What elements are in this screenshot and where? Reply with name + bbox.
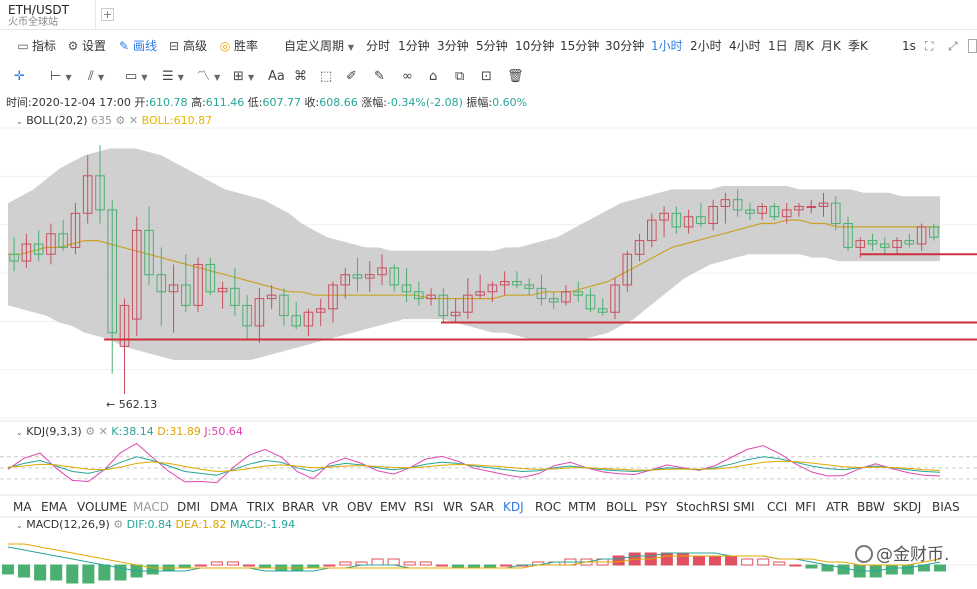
indicator-tab-roc[interactable]: ROC <box>535 499 561 515</box>
macd-bar <box>901 564 914 575</box>
indicator-tab-mtm[interactable]: MTM <box>568 499 596 515</box>
macd-bar <box>837 564 850 575</box>
kdj-legend: ⌄ KDJ(9,3,3) ⚙ ✕ K:38.14 D:31.89 J:50.64 <box>16 425 243 440</box>
low-price-marker: ← 562.13 <box>106 398 158 411</box>
indicator-tab-rsi[interactable]: RSI <box>414 499 434 515</box>
macd-dea: DEA:1.82 <box>175 518 227 531</box>
indicator-tab-stochrsi[interactable]: StochRSI <box>676 499 729 515</box>
indicator-tab-dmi[interactable]: DMI <box>177 499 200 515</box>
boll-value: BOLL:610.87 <box>141 114 213 127</box>
indicator-tab-ema[interactable]: EMA <box>41 499 67 515</box>
boll-hidden-value: 635 <box>91 114 113 127</box>
indicator-tab-emv[interactable]: EMV <box>380 499 406 515</box>
macd-bar <box>660 552 673 566</box>
indicator-tab-sar[interactable]: SAR <box>470 499 494 515</box>
indicator-tab-trix[interactable]: TRIX <box>247 499 274 515</box>
chevron-down-icon[interactable]: ⌄ <box>16 428 23 437</box>
macd-bar <box>339 561 352 566</box>
macd-bar <box>226 561 239 566</box>
indicator-tab-smi[interactable]: SMI <box>733 499 755 515</box>
kdj-j: J:50.64 <box>204 425 243 438</box>
kdj-name: KDJ(9,3,3) <box>26 425 82 438</box>
macd-bar <box>50 564 63 581</box>
macd-bar <box>933 564 947 572</box>
indicator-tab-psy[interactable]: PSY <box>645 499 667 515</box>
macd-bar <box>371 558 384 566</box>
macd-bar <box>146 564 159 575</box>
macd-bar <box>789 564 802 567</box>
macd-bar <box>885 564 898 575</box>
indicator-tab-boll[interactable]: BOLL <box>606 499 637 515</box>
macd-bar <box>403 561 416 566</box>
macd-name: MACD(12,26,9) <box>26 518 110 531</box>
macd-bar <box>66 564 79 584</box>
indicator-tab-mfi[interactable]: MFI <box>795 499 816 515</box>
indicator-tab-brar[interactable]: BRAR <box>282 499 315 515</box>
macd-bar <box>757 558 770 566</box>
macd-bar <box>773 561 786 566</box>
close-icon[interactable]: ✕ <box>129 114 138 127</box>
macd-bar <box>1 564 15 575</box>
macd-bar <box>741 558 754 566</box>
kdj-d: D:31.89 <box>157 425 201 438</box>
macd-bar <box>676 552 689 566</box>
macd-value: MACD:-1.94 <box>229 518 296 531</box>
macd-bar <box>435 564 448 567</box>
watermark-logo-icon <box>855 545 873 563</box>
macd-bar <box>323 564 336 567</box>
settings-gear-icon[interactable]: ⚙ <box>116 114 126 127</box>
settings-gear-icon[interactable]: ⚙ <box>85 425 95 438</box>
indicator-tabs: MA EMA VOLUME MACD DMI DMA TRIX BRAR VR OBV EMV RSI… <box>0 496 977 518</box>
macd-bar <box>18 564 31 578</box>
indicator-tab-vr[interactable]: VR <box>322 499 339 515</box>
indicator-tab-kdj[interactable]: KDJ <box>503 499 524 515</box>
macd-bar <box>194 564 207 567</box>
macd-bar <box>419 561 432 566</box>
settings-gear-icon[interactable]: ⚙ <box>113 518 123 531</box>
indicator-tab-cci[interactable]: CCI <box>767 499 787 515</box>
indicator-tab-macd[interactable]: MACD <box>133 499 169 515</box>
indicator-tab-obv[interactable]: OBV <box>347 499 373 515</box>
macd-legend: ⌄ MACD(12,26,9) ⚙ DIF:0.84 DEA:1.82 MACD… <box>16 518 295 533</box>
indicator-tab-skdj[interactable]: SKDJ <box>893 499 921 515</box>
macd-bar <box>692 555 705 566</box>
macd-bar <box>98 564 111 581</box>
macd-bar <box>709 555 722 566</box>
indicator-tab-ma[interactable]: MA <box>13 499 32 515</box>
indicator-tab-dma[interactable]: DMA <box>210 499 238 515</box>
indicator-tab-bbw[interactable]: BBW <box>857 499 885 515</box>
indicator-tab-wr[interactable]: WR <box>443 499 463 515</box>
macd-bar <box>210 561 223 566</box>
indicator-tab-bias[interactable]: BIAS <box>932 499 960 515</box>
macd-dea-line <box>8 543 941 569</box>
macd-bar <box>805 564 818 569</box>
indicator-tab-volume[interactable]: VOLUME <box>77 499 127 515</box>
close-icon[interactable]: ✕ <box>99 425 108 438</box>
candle-body <box>806 205 817 208</box>
macd-bar <box>34 564 47 581</box>
boll-legend: ⌄ BOLL(20,2) 635 ⚙ ✕ BOLL:610.87 <box>16 114 212 129</box>
watermark: @金财币. <box>855 540 949 565</box>
macd-dif: DIF:0.84 <box>126 518 173 531</box>
macd-bar <box>725 555 738 566</box>
macd-bar <box>500 564 513 567</box>
macd-bar <box>612 555 625 566</box>
kdj-k: K:38.14 <box>111 425 154 438</box>
macd-bar <box>387 558 400 566</box>
macd-bar <box>243 564 256 567</box>
indicator-tab-atr[interactable]: ATR <box>826 499 849 515</box>
boll-name: BOLL(20,2) <box>26 114 88 127</box>
macd-bar <box>82 564 95 584</box>
chevron-down-icon[interactable]: ⌄ <box>16 521 23 530</box>
chevron-down-icon[interactable]: ⌄ <box>16 117 23 126</box>
